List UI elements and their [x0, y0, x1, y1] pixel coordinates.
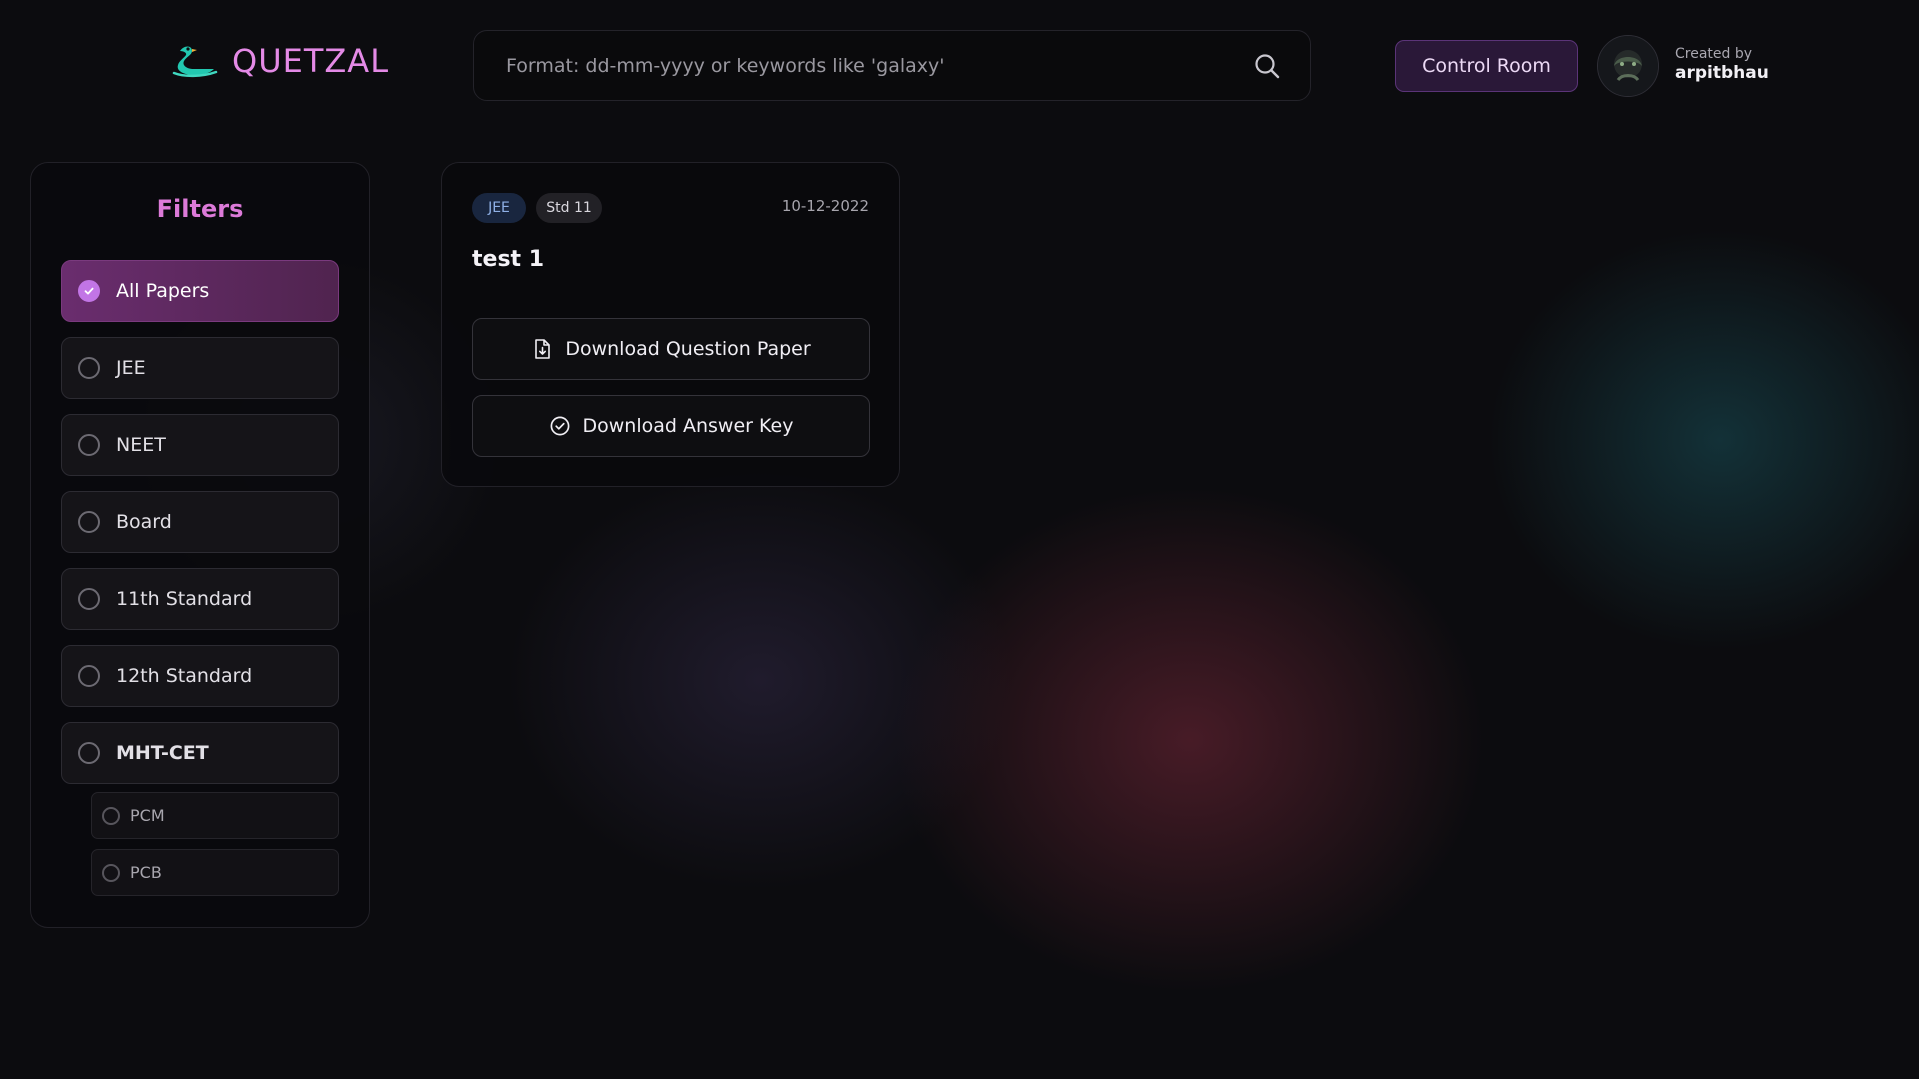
- search-input[interactable]: [504, 53, 1252, 78]
- radio-icon: [102, 863, 120, 882]
- filter-label: Board: [116, 511, 172, 533]
- filter-all-papers[interactable]: All Papers: [61, 260, 339, 322]
- creator-caption: Created by: [1675, 46, 1753, 62]
- filter-sub-label: PCM: [130, 806, 165, 825]
- check-icon: [78, 280, 100, 302]
- filter-sub-pcb[interactable]: PCB: [91, 849, 339, 896]
- creator-credit: Created by arpitbhau: [1675, 46, 1769, 83]
- radio-icon: [78, 742, 100, 764]
- filter-label: 12th Standard: [116, 665, 253, 687]
- avatar-image: [1598, 36, 1658, 96]
- paper-card: JEE Std 11 10-12-2022 test 1 Download Qu…: [441, 162, 900, 487]
- brand-logo[interactable]: QUETZAL: [170, 42, 389, 80]
- filters-panel: Filters All Papers JEE NEET Board 11th S…: [30, 162, 370, 928]
- check-circle-icon: [550, 416, 569, 436]
- avatar[interactable]: [1597, 35, 1659, 97]
- filter-label: JEE: [116, 357, 146, 379]
- filter-label: MHT-CET: [116, 742, 209, 764]
- button-label: Download Question Paper: [565, 338, 811, 360]
- filter-board[interactable]: Board: [61, 491, 339, 553]
- filter-label: 11th Standard: [116, 588, 253, 610]
- radio-icon: [78, 511, 100, 533]
- filter-12th-standard[interactable]: 12th Standard: [61, 645, 339, 707]
- paper-date: 10-12-2022: [781, 197, 869, 215]
- radio-icon: [78, 357, 100, 379]
- filter-label: All Papers: [116, 280, 210, 302]
- radio-icon: [102, 806, 120, 825]
- control-room-button[interactable]: Control Room: [1395, 40, 1578, 92]
- filter-label: NEET: [116, 434, 166, 456]
- brand-name: QUETZAL: [232, 42, 390, 80]
- filter-mht-cet[interactable]: MHT-CET: [61, 722, 339, 784]
- filter-neet[interactable]: NEET: [61, 414, 339, 476]
- radio-icon: [78, 588, 100, 610]
- standard-tag: Std 11: [536, 193, 602, 223]
- filter-sub-label: PCB: [130, 863, 162, 882]
- filter-11th-standard[interactable]: 11th Standard: [61, 568, 339, 630]
- filters-title: Filters: [156, 195, 244, 223]
- quetzal-bird-icon: [172, 46, 218, 78]
- filter-sub-pcm[interactable]: PCM: [91, 792, 339, 839]
- button-label: Download Answer Key: [582, 415, 794, 437]
- creator-name[interactable]: arpitbhau: [1675, 63, 1769, 83]
- exam-tag: JEE: [472, 193, 526, 223]
- search-bar: [473, 30, 1311, 101]
- filter-jee[interactable]: JEE: [61, 337, 339, 399]
- download-answer-key-button[interactable]: Download Answer Key: [472, 395, 870, 457]
- paper-title: test 1: [472, 247, 545, 272]
- file-download-icon: [535, 339, 551, 359]
- radio-icon: [78, 665, 100, 687]
- download-question-paper-button[interactable]: Download Question Paper: [472, 318, 870, 380]
- radio-icon: [78, 434, 100, 456]
- search-icon[interactable]: [1252, 51, 1282, 81]
